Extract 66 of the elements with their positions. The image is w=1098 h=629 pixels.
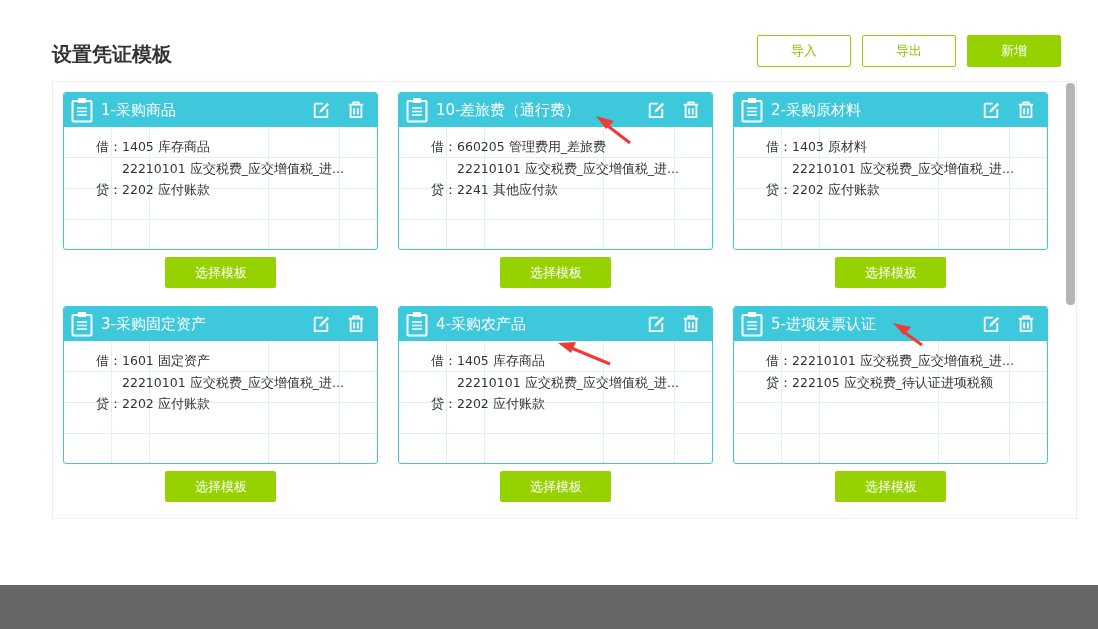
entry-side-label: 借： xyxy=(765,139,792,157)
entry-side-label: 贷： xyxy=(765,374,792,392)
edit-icon[interactable] xyxy=(982,315,1000,333)
account-entry: 222105 应交税费_待认证进项税额 xyxy=(792,374,993,392)
page-title: 设置凭证模板 xyxy=(52,40,172,68)
edit-icon[interactable] xyxy=(982,101,1000,119)
select-template-button[interactable]: 选择模板 xyxy=(835,257,946,288)
entry-side-label: 贷： xyxy=(430,396,457,414)
delete-icon[interactable] xyxy=(347,315,365,333)
account-entry: 2202 应付账款 xyxy=(792,182,880,200)
account-entry: 22210101 应交税费_应交增值税_进... xyxy=(792,353,1015,371)
delete-icon[interactable] xyxy=(1017,101,1035,119)
edit-icon[interactable] xyxy=(647,101,665,119)
account-entry: 660205 管理费用_差旅费 xyxy=(457,139,606,157)
account-entry: 2202 应付账款 xyxy=(122,396,210,414)
entry-side-label: 借： xyxy=(765,353,792,371)
select-template-button[interactable]: 选择模板 xyxy=(500,471,611,502)
clipboard-icon xyxy=(71,97,93,123)
delete-icon[interactable] xyxy=(682,101,700,119)
entry-side-label: 贷： xyxy=(95,182,122,200)
select-template-button[interactable]: 选择模板 xyxy=(835,471,946,502)
account-entry: 2241 其他应付款 xyxy=(457,182,558,200)
clipboard-icon xyxy=(741,97,763,123)
delete-icon[interactable] xyxy=(682,315,700,333)
select-template-button[interactable]: 选择模板 xyxy=(165,257,276,288)
account-entry: 2202 应付账款 xyxy=(122,182,210,200)
account-entry: 1403 原材料 xyxy=(792,139,867,157)
account-entry: 2202 应付账款 xyxy=(457,396,545,414)
edit-icon[interactable] xyxy=(647,315,665,333)
toolbar-button[interactable]: 导入 xyxy=(757,35,851,67)
toolbar-button[interactable]: 导出 xyxy=(862,35,956,67)
account-entry: 22210101 应交税费_应交增值税_进... xyxy=(122,374,345,392)
account-entry: 22210101 应交税费_应交增值税_进... xyxy=(122,160,345,178)
scrollbar-thumb[interactable] xyxy=(1066,83,1075,305)
annotation-arrow xyxy=(558,342,611,366)
delete-icon[interactable] xyxy=(347,101,365,119)
account-entry: 22210101 应交税费_应交增值税_进... xyxy=(457,374,680,392)
template-name: 4-采购农产品 xyxy=(436,314,527,334)
entry-side-label: 借： xyxy=(430,139,457,157)
template-name: 1-采购商品 xyxy=(101,100,177,120)
account-entry: 22210101 应交税费_应交增值税_进... xyxy=(457,160,680,178)
select-template-button[interactable]: 选择模板 xyxy=(165,471,276,502)
clipboard-icon xyxy=(406,311,428,337)
template-name: 10-差旅费（通行费） xyxy=(436,100,582,120)
account-entry: 1405 库存商品 xyxy=(122,139,210,157)
entry-side-label: 贷： xyxy=(95,396,122,414)
account-entry: 1601 固定资产 xyxy=(122,353,210,371)
entry-side-label: 借： xyxy=(95,353,122,371)
template-name: 3-采购固定资产 xyxy=(101,314,207,334)
template-name: 5-进项发票认证 xyxy=(771,314,877,334)
clipboard-icon xyxy=(741,311,763,337)
edit-icon[interactable] xyxy=(312,315,330,333)
select-template-button[interactable]: 选择模板 xyxy=(500,257,611,288)
account-entry: 1405 库存商品 xyxy=(457,353,545,371)
delete-icon[interactable] xyxy=(1017,315,1035,333)
entry-side-label: 借： xyxy=(95,139,122,157)
clipboard-icon xyxy=(71,311,93,337)
entry-side-label: 借： xyxy=(430,353,457,371)
clipboard-icon xyxy=(406,97,428,123)
account-entry: 22210101 应交税费_应交增值税_进... xyxy=(792,160,1015,178)
entry-side-label: 贷： xyxy=(430,182,457,200)
entry-side-label: 贷： xyxy=(765,182,792,200)
annotation-arrow xyxy=(893,323,923,347)
edit-icon[interactable] xyxy=(312,101,330,119)
template-name: 2-采购原材料 xyxy=(771,100,862,120)
toolbar-button[interactable]: 新增 xyxy=(967,35,1061,67)
